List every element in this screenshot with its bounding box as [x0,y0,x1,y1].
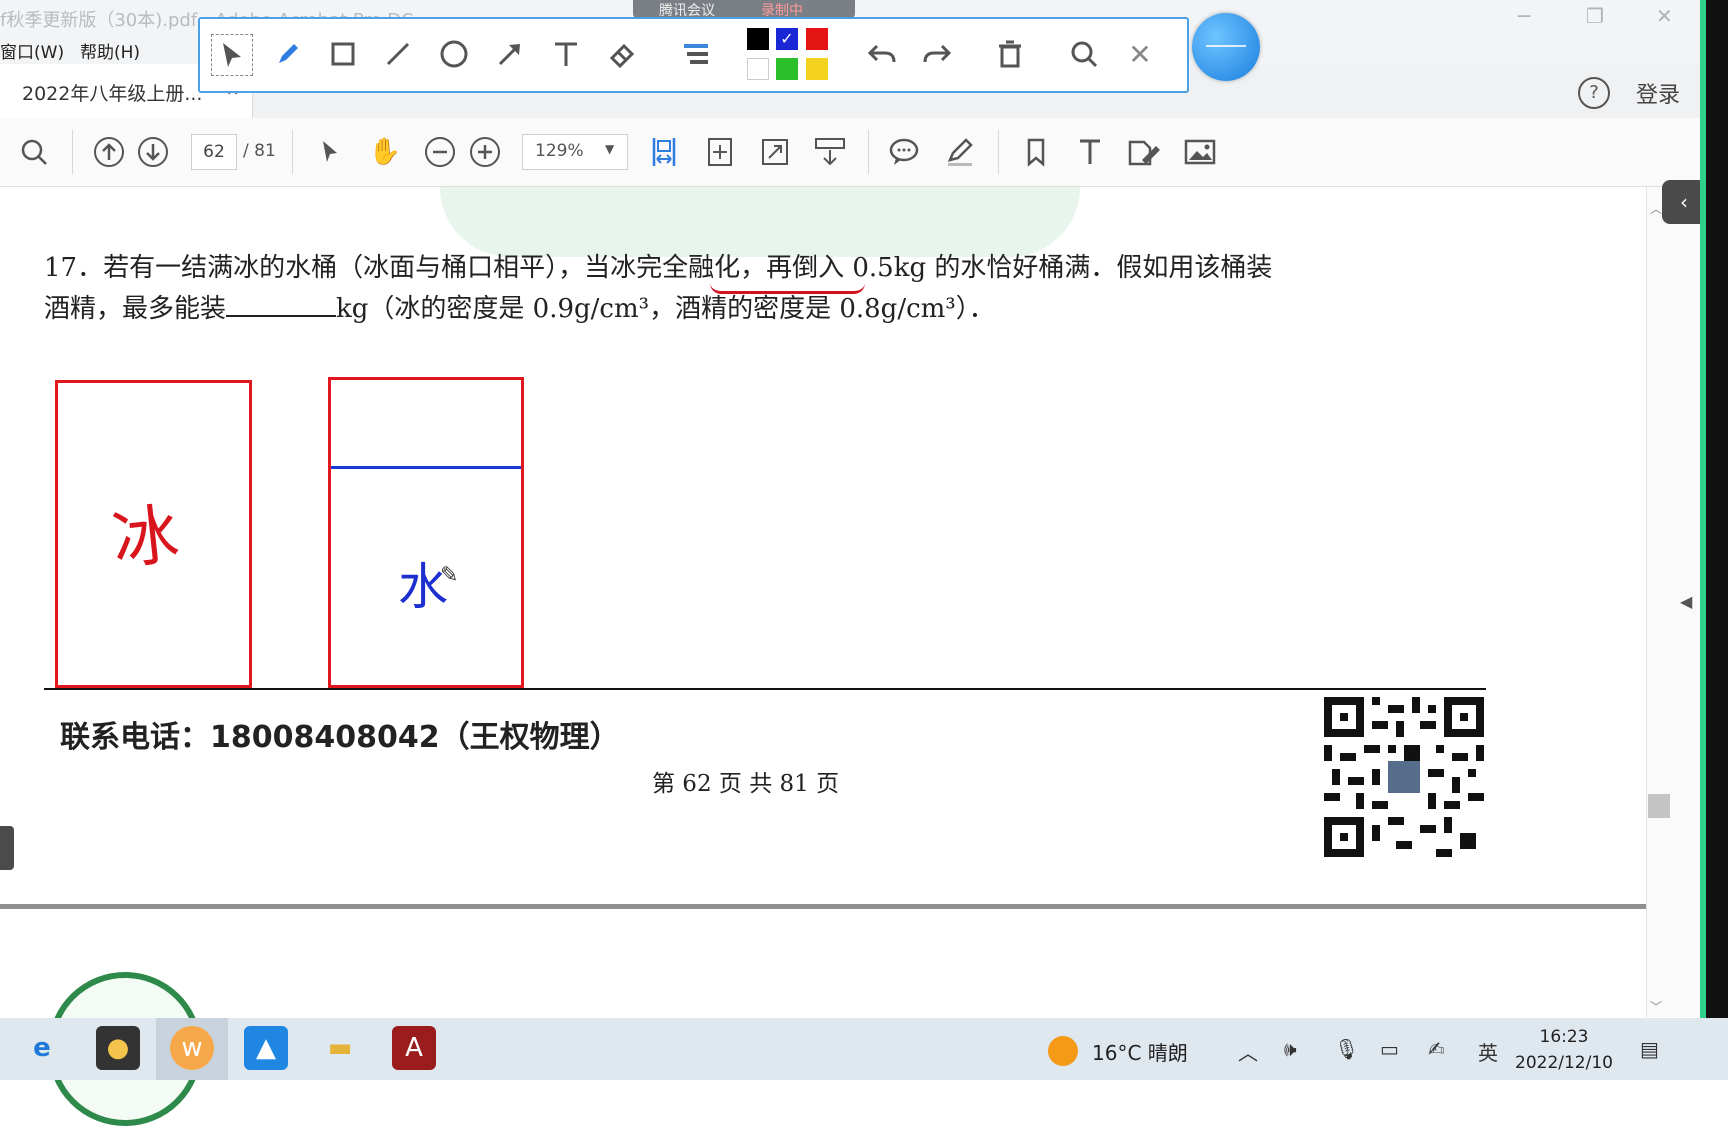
zoom-value: 129% [535,141,584,161]
scroll-up-icon[interactable]: ︿ [1650,200,1662,217]
find-icon[interactable] [16,134,52,170]
water-bucket-drawing [328,377,524,688]
question-line-2b: kg（冰的密度是 0.9g/cm³，酒精的密度是 0.8g/cm³）． [336,294,995,324]
scroll-down-icon[interactable]: ﹀ [1650,998,1662,1015]
toolbar-divider [72,130,73,174]
pen-tray-icon[interactable]: ✍ [1428,1037,1445,1061]
w-app-icon[interactable]: w [170,1026,214,1070]
weather-sun-icon [1048,1036,1078,1066]
weather-text[interactable]: 16°C 晴朗 [1092,1037,1188,1066]
select-tool-icon[interactable] [312,134,348,170]
minimize-icon[interactable]: ─ [1518,4,1530,28]
red-underline-annotation [710,283,865,294]
line-width-icon[interactable] [676,34,716,74]
clock-date: 2022/12/10 [1515,1053,1613,1073]
screen-edge [1706,0,1728,1018]
select-arrow-icon[interactable] [211,34,253,76]
fill-sign-icon[interactable] [1126,134,1162,170]
arrow-icon[interactable] [490,34,530,74]
file-explorer-icon[interactable]: ▬ [318,1026,362,1070]
zoom-out-icon[interactable] [422,134,458,170]
answer-blank [226,293,337,317]
prev-page-icon[interactable] [91,134,127,170]
close-icon[interactable]: ✕ [1120,34,1160,74]
acrobat-icon[interactable]: A [392,1026,436,1070]
meeting-status-pill[interactable]: 腾讯会议 录制中 [633,0,855,19]
restore-icon[interactable]: ❐ [1586,4,1604,28]
undo-icon[interactable] [862,34,902,74]
chevron-down-icon[interactable]: ▼ [605,142,614,156]
login-link[interactable]: 登录 [1636,77,1680,109]
battery-icon[interactable]: ▭ [1380,1037,1399,1061]
page-watermark [440,187,1080,257]
highlight-icon[interactable] [942,134,978,170]
side-handle[interactable] [0,826,14,870]
fit-page-icon[interactable] [702,134,738,170]
color-green-swatch[interactable] [776,58,798,80]
contact-line: 联系电话：18008408042（王权物理） [60,720,620,755]
color-yellow-swatch[interactable] [806,58,828,80]
question-line-1: 17．若有一结满冰的水桶（冰面与桶口相平），当冰完全融化，再倒入 0.5kg 的… [44,253,1273,283]
full-screen-icon[interactable] [757,134,793,170]
record-indicator-line [1206,45,1246,47]
record-button[interactable] [1192,13,1260,81]
comment-icon[interactable] [886,134,922,170]
page-total: / 81 [243,141,276,161]
clock[interactable]: 16:23 2022/12/10 [1514,1024,1614,1076]
question-line-2: 酒精，最多能装 kg（冰的密度是 0.9g/cm³，酒精的密度是 0.8g/cm³… [44,289,1272,330]
scroll-mode-icon[interactable] [812,134,848,170]
fit-width-icon[interactable] [646,134,682,170]
bulb-app-icon[interactable]: ● [96,1026,140,1070]
page-number-input[interactable]: 62 [191,134,237,170]
trash-icon[interactable] [990,34,1030,74]
ice-label: 冰 [108,495,183,580]
help-icon[interactable]: ? [1578,77,1610,109]
menu-help[interactable]: 帮助(H) [80,38,140,63]
microphone-icon[interactable]: 🎙 [1334,1037,1359,1061]
photos-icon[interactable]: ▲ [244,1026,288,1070]
color-blue-swatch-selected[interactable]: ✓ [776,28,798,50]
page-break [0,904,1646,909]
document-tab-title: 2022年八年级上册... [22,83,203,105]
hand-tool-icon[interactable]: ✋ [367,134,403,170]
question-text: 17．若有一结满冰的水桶（冰面与桶口相平），当冰完全融化，再倒入 0.5kg 的… [44,248,1272,330]
toolbar-divider [868,130,869,174]
page-footer: 第 62 页 共 81 页 [652,771,840,797]
color-black-swatch[interactable] [747,28,769,50]
volume-icon[interactable]: 🕪 [1284,1037,1297,1061]
zoom-in-icon[interactable] [467,134,503,170]
toolbar-divider [292,130,293,174]
scroll-thumb[interactable] [1648,794,1670,818]
water-level-line [331,466,521,469]
color-red-swatch[interactable] [806,28,828,50]
expand-panel-icon[interactable]: ◀ [1680,592,1692,611]
rectangle-icon[interactable] [323,34,363,74]
tray-expand-icon[interactable]: ︿ [1238,1037,1258,1066]
question-line-2a: 酒精，最多能装 [44,294,227,324]
close-window-icon[interactable]: ✕ [1656,4,1673,28]
search-icon[interactable] [1064,34,1104,74]
eraser-icon[interactable] [602,34,642,74]
line-icon[interactable] [378,34,418,74]
text-icon[interactable] [546,34,586,74]
footer-divider [44,688,1486,690]
next-page-icon[interactable] [135,134,171,170]
color-white-swatch[interactable] [747,58,769,80]
right-scrollbar[interactable] [1646,187,1701,1017]
notification-icon[interactable]: ▤ [1640,1037,1659,1061]
circle-icon[interactable] [434,34,474,74]
bookmark-icon[interactable] [1018,134,1054,170]
menu-window[interactable]: 窗口(W) [0,38,64,63]
add-text-icon[interactable] [1072,134,1108,170]
redo-icon[interactable] [917,34,957,74]
clock-time: 16:23 [1539,1027,1589,1047]
pen-icon[interactable] [268,34,308,74]
pencil-cursor-icon: ✎ [440,563,459,588]
toolbar-divider [998,130,999,174]
ie-icon[interactable]: e [20,1026,64,1070]
qr-code [1324,697,1484,857]
ime-indicator[interactable]: 英 [1478,1037,1498,1066]
image-icon[interactable] [1182,134,1218,170]
